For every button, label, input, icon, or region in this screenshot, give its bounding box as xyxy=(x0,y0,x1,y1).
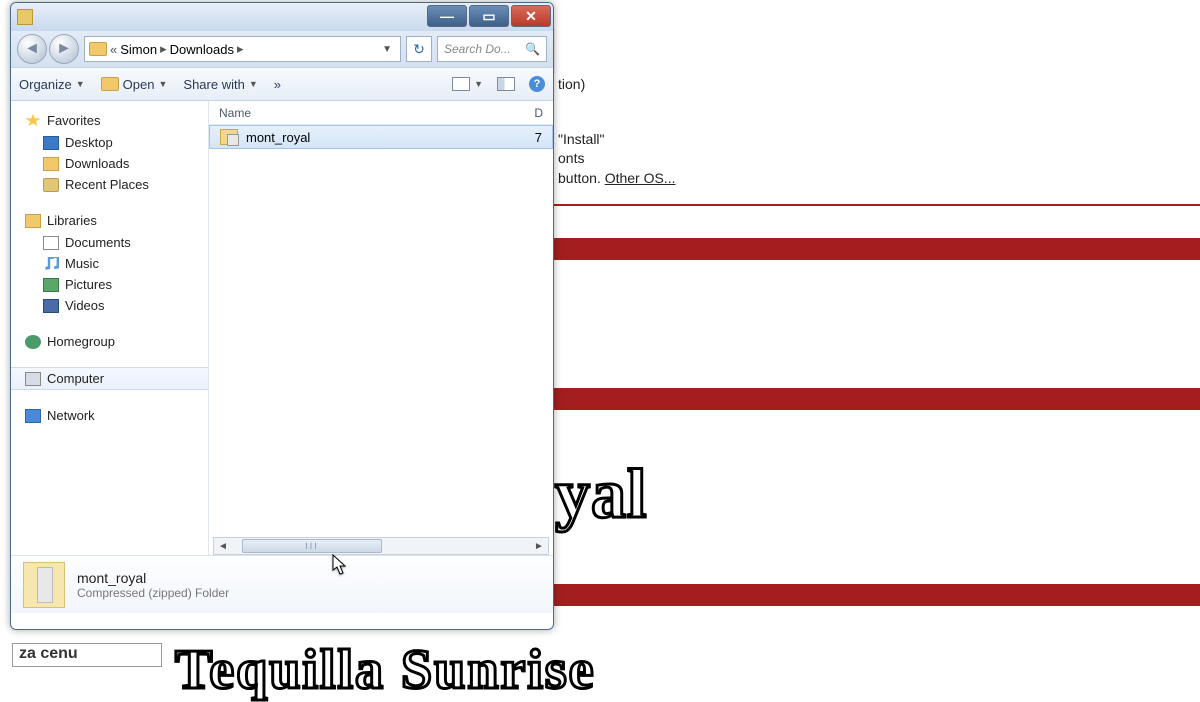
view-button[interactable]: ▼ xyxy=(452,77,483,91)
horizontal-scrollbar[interactable]: ◄ III ► xyxy=(213,537,549,555)
preview-pane-button[interactable] xyxy=(497,77,515,91)
music-icon xyxy=(43,257,59,271)
list-header[interactable]: Name D xyxy=(209,101,553,125)
libraries-icon xyxy=(25,214,41,228)
search-input[interactable]: Search Do... 🔍 xyxy=(437,36,547,62)
pictures-icon xyxy=(43,278,59,292)
col-d[interactable]: D xyxy=(534,106,543,120)
bg-text-onts: onts xyxy=(558,150,584,166)
network-icon xyxy=(25,409,41,423)
chevron-down-icon: ▼ xyxy=(158,79,167,89)
documents-icon xyxy=(43,236,59,250)
details-name: mont_royal xyxy=(77,570,229,586)
file-list[interactable]: Name D mont_royal 7 ◄ III ► xyxy=(209,101,553,555)
close-button[interactable]: ✕ xyxy=(511,5,551,27)
list-item[interactable]: mont_royal 7 xyxy=(209,125,553,149)
recent-icon xyxy=(43,178,59,192)
chevron-down-icon: ▼ xyxy=(76,79,85,89)
nav-favorites[interactable]: Favorites xyxy=(11,109,208,132)
nav-libraries[interactable]: Libraries xyxy=(11,209,208,232)
chevron-right-icon: ▸ xyxy=(237,41,244,57)
scroll-left-button[interactable]: ◄ xyxy=(214,538,232,554)
homegroup-icon xyxy=(25,335,41,349)
nav-recent-places[interactable]: Recent Places xyxy=(11,174,208,195)
nav-row: ◄ ► « Simon ▸ Downloads ▸ ▼ ↻ Search Do.… xyxy=(11,31,553,67)
bg-text-tion: tion) xyxy=(558,76,585,92)
address-bar[interactable]: « Simon ▸ Downloads ▸ ▼ xyxy=(84,36,401,62)
maximize-button[interactable]: ▭ xyxy=(469,5,509,27)
details-type: Compressed (zipped) Folder xyxy=(77,586,229,600)
search-icon: 🔍 xyxy=(525,42,540,56)
nav-videos[interactable]: Videos xyxy=(11,295,208,316)
nav-pane: Favorites Desktop Downloads Recent Place… xyxy=(11,101,209,555)
refresh-button[interactable]: ↻ xyxy=(406,36,432,62)
breadcrumb-simon[interactable]: Simon xyxy=(120,42,157,57)
nav-homegroup[interactable]: Homegroup xyxy=(11,330,208,353)
nav-network[interactable]: Network xyxy=(11,404,208,427)
share-with-button[interactable]: Share with ▼ xyxy=(183,77,257,92)
file-name: mont_royal xyxy=(246,130,535,145)
nav-computer[interactable]: Computer xyxy=(11,367,208,390)
chevron-down-icon: ▼ xyxy=(474,79,483,89)
open-button[interactable]: Open ▼ xyxy=(101,77,168,92)
scroll-right-button[interactable]: ► xyxy=(530,538,548,554)
scroll-track[interactable]: III xyxy=(232,538,530,554)
font-preview-2: Tequilla Sunrise xyxy=(175,638,596,702)
star-icon xyxy=(25,114,41,128)
details-pane: mont_royal Compressed (zipped) Folder xyxy=(11,555,553,613)
file-col-d: 7 xyxy=(535,130,542,145)
forward-button[interactable]: ► xyxy=(49,34,79,64)
chevron-right-icon: ▸ xyxy=(160,41,167,57)
folder-open-icon xyxy=(101,77,119,91)
titlebar[interactable]: — ▭ ✕ xyxy=(11,3,553,31)
help-button[interactable]: ? xyxy=(529,76,545,92)
explorer-window: — ▭ ✕ ◄ ► « Simon ▸ Downloads ▸ ▼ ↻ Sear… xyxy=(10,2,554,630)
window-icon xyxy=(17,9,33,25)
videos-icon xyxy=(43,299,59,313)
toolbar-overflow[interactable]: » xyxy=(274,77,281,92)
address-dropdown[interactable]: ▼ xyxy=(378,44,396,55)
computer-icon xyxy=(25,372,41,386)
desktop-icon xyxy=(43,136,59,150)
nav-documents[interactable]: Documents xyxy=(11,232,208,253)
organize-button[interactable]: Organize ▼ xyxy=(19,77,85,92)
minimize-button[interactable]: — xyxy=(427,5,467,27)
zip-folder-icon xyxy=(220,129,238,145)
nav-downloads[interactable]: Downloads xyxy=(11,153,208,174)
nav-music[interactable]: Music xyxy=(11,253,208,274)
view-icon xyxy=(452,77,470,91)
search-placeholder: Search Do... xyxy=(444,42,511,56)
nav-pictures[interactable]: Pictures xyxy=(11,274,208,295)
other-os-link[interactable]: Other OS... xyxy=(605,170,676,186)
nav-desktop[interactable]: Desktop xyxy=(11,132,208,153)
folder-icon xyxy=(89,42,107,56)
bg-text-button: button. Other OS... xyxy=(558,170,676,186)
col-name[interactable]: Name xyxy=(219,106,534,120)
ad-box[interactable]: za cenu xyxy=(12,643,162,667)
toolbar: Organize ▼ Open ▼ Share with ▼ » ▼ ? xyxy=(11,67,553,101)
scroll-thumb[interactable]: III xyxy=(242,539,382,553)
back-button[interactable]: ◄ xyxy=(17,34,47,64)
breadcrumb-prefix: « xyxy=(110,42,117,57)
chevron-down-icon: ▼ xyxy=(249,79,258,89)
font-preview-1: yal xyxy=(555,455,647,535)
zip-thumbnail-icon xyxy=(23,562,65,608)
bg-text-install: "Install" xyxy=(558,131,605,147)
downloads-icon xyxy=(43,157,59,171)
breadcrumb-downloads[interactable]: Downloads xyxy=(170,42,234,57)
